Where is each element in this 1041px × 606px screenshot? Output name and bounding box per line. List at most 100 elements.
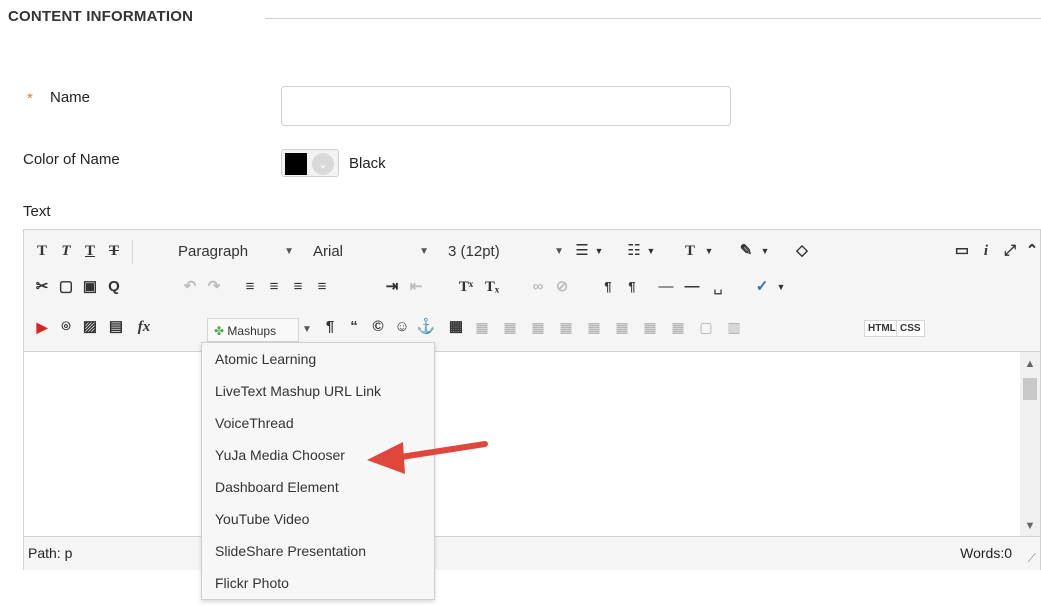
dropdown-item-livetext-mashup-url-link[interactable]: LiveText Mashup URL Link	[202, 375, 434, 407]
align-right-icon[interactable]: ≡	[286, 274, 310, 300]
chevron-down-icon[interactable]: ▼	[702, 238, 716, 264]
chevron-down-icon[interactable]: ▼	[644, 238, 658, 264]
font-select-value: Arial	[313, 243, 344, 260]
editor-scrollbar[interactable]: ▲ ▼	[1020, 352, 1040, 536]
table-insert-row-icon[interactable]: ▦	[526, 314, 550, 340]
color-picker[interactable]: ⌄	[281, 149, 339, 177]
scroll-thumb[interactable]	[1023, 378, 1037, 400]
strikethrough-icon[interactable]: T	[102, 238, 126, 264]
image-icon[interactable]: ▨	[78, 314, 102, 340]
mashups-button[interactable]: ✤ Mashups	[207, 318, 299, 342]
math-icon[interactable]: fx	[132, 314, 156, 340]
ltr-icon[interactable]: ¶	[596, 274, 620, 300]
youtube-icon[interactable]: ▶	[30, 314, 54, 340]
subscript-icon[interactable]: Tₓ	[480, 274, 504, 300]
align-left-icon[interactable]: ≡	[238, 274, 262, 300]
underline-icon[interactable]: T	[78, 238, 102, 264]
editor-toolbar: T T T T Paragraph ▼ Arial ▼ 3 (12pt) ▼ ☰…	[24, 230, 1040, 352]
table-insert-col-icon[interactable]: ▦	[582, 314, 606, 340]
editor-statusbar: Path: p Words:0 ⟋	[24, 536, 1040, 570]
paragraph-select-value: Paragraph	[178, 243, 249, 260]
mashups-label: Mashups	[227, 324, 277, 338]
size-select[interactable]: 3 (12pt) ▼	[442, 240, 568, 264]
copyright-icon[interactable]: ©	[366, 314, 390, 340]
paste-icon[interactable]: ▣	[78, 274, 102, 300]
css-button[interactable]: CSS	[896, 320, 925, 337]
dropdown-item-youtube-video[interactable]: YouTube Video	[202, 503, 434, 535]
section-divider	[265, 18, 1041, 19]
resize-grip-icon[interactable]: ⟋	[1028, 551, 1036, 566]
info-icon[interactable]: i	[974, 238, 998, 264]
emoji-icon[interactable]: ☺	[390, 314, 414, 340]
table-icon[interactable]: ▦	[444, 314, 468, 340]
eraser-icon[interactable]: ◇	[790, 238, 814, 264]
chevron-down-icon[interactable]: ▼	[758, 238, 772, 264]
table-delete-col-icon[interactable]: ▦	[610, 314, 634, 340]
spellcheck-icon[interactable]: ✓	[750, 274, 774, 300]
dropdown-item-atomic-learning[interactable]: Atomic Learning	[202, 343, 434, 375]
text-label: Text	[23, 203, 51, 220]
align-center-icon[interactable]: ≡	[262, 274, 286, 300]
chevron-down-icon: ▼	[419, 246, 429, 257]
dropdown-item-flickr-photo[interactable]: Flickr Photo	[202, 567, 434, 599]
collapse-icon[interactable]: ⌃	[1020, 238, 1041, 264]
paragraph-mark-icon[interactable]: ¶	[318, 314, 342, 340]
scroll-up-icon[interactable]: ▲	[1020, 358, 1040, 370]
preview-icon[interactable]: ▭	[950, 238, 974, 264]
table-split-icon[interactable]: ▦	[638, 314, 662, 340]
thick-rule-icon[interactable]: —	[680, 274, 704, 300]
editor-content-area[interactable]	[24, 352, 1040, 536]
indent-icon[interactable]: ⇥	[380, 274, 404, 300]
chevron-down-icon: ▼	[284, 246, 294, 257]
table-row-props-icon[interactable]: ▦	[470, 314, 494, 340]
font-select[interactable]: Arial ▼	[307, 240, 433, 264]
color-swatch	[285, 153, 307, 175]
table-cell-icon[interactable]: ▢	[694, 314, 718, 340]
attachment-icon[interactable]: ⌾	[54, 314, 78, 340]
numbered-list-icon[interactable]: ☷	[622, 238, 646, 264]
chevron-down-icon[interactable]: ▼	[592, 238, 606, 264]
redo-icon[interactable]: ↷	[202, 274, 226, 300]
table-cell-props-icon[interactable]: ▦	[498, 314, 522, 340]
path-indicator: Path: p	[28, 545, 73, 561]
find-icon[interactable]: Q	[102, 274, 126, 300]
fullscreen-icon[interactable]: ⤢	[998, 238, 1022, 264]
media-icon[interactable]: ▤	[104, 314, 128, 340]
horizontal-rule-icon[interactable]: —	[654, 274, 678, 300]
toolbar-row-1: T T T T Paragraph ▼ Arial ▼ 3 (12pt) ▼ ☰…	[24, 236, 1040, 272]
required-marker: *	[27, 90, 33, 107]
anchor-icon[interactable]: ⚓	[414, 314, 438, 340]
text-color-icon[interactable]: T	[678, 238, 702, 264]
quote-icon[interactable]: “	[342, 314, 366, 340]
chevron-down-icon[interactable]: ⌄	[312, 153, 334, 175]
cut-icon[interactable]: ✂	[30, 274, 54, 300]
bold-icon[interactable]: T	[30, 238, 54, 264]
dropdown-item-slideshare-presentation[interactable]: SlideShare Presentation	[202, 535, 434, 567]
nonbreaking-space-icon[interactable]: ␣	[706, 274, 730, 300]
size-select-value: 3 (12pt)	[448, 243, 500, 260]
scroll-down-icon[interactable]: ▼	[1020, 520, 1040, 532]
outdent-icon[interactable]: ⇤	[404, 274, 428, 300]
table-merge-icon[interactable]: ▦	[666, 314, 690, 340]
word-count: Words:0	[960, 545, 1012, 561]
toolbar-row-3: ▶ ⌾ ▨ ▤ fx ✤ Mashups ▼ ¶ “ © ☺ ⚓ ▦ ▦ ▦ ▦…	[24, 312, 1040, 348]
table-delete-row-icon[interactable]: ▦	[554, 314, 578, 340]
link-icon[interactable]: ∞	[526, 274, 550, 300]
chevron-down-icon: ▼	[554, 246, 564, 257]
chevron-down-icon[interactable]: ▼	[300, 318, 314, 342]
color-value: Black	[349, 155, 386, 172]
chevron-down-icon[interactable]: ▼	[774, 274, 788, 300]
align-justify-icon[interactable]: ≡	[310, 274, 334, 300]
unlink-icon[interactable]: ⊘	[550, 274, 574, 300]
paragraph-select[interactable]: Paragraph ▼	[172, 240, 298, 264]
copy-icon[interactable]: ▢	[54, 274, 78, 300]
rtl-icon[interactable]: ¶	[620, 274, 644, 300]
superscript-icon[interactable]: Tˣ	[454, 274, 478, 300]
bullet-list-icon[interactable]: ☰	[570, 238, 594, 264]
italic-icon[interactable]: T	[54, 238, 78, 264]
html-button[interactable]: HTML	[864, 320, 900, 337]
undo-icon[interactable]: ↶	[178, 274, 202, 300]
name-input[interactable]	[281, 86, 731, 126]
table-column-icon[interactable]: ▥	[722, 314, 746, 340]
highlight-icon[interactable]: ✎	[734, 238, 758, 264]
